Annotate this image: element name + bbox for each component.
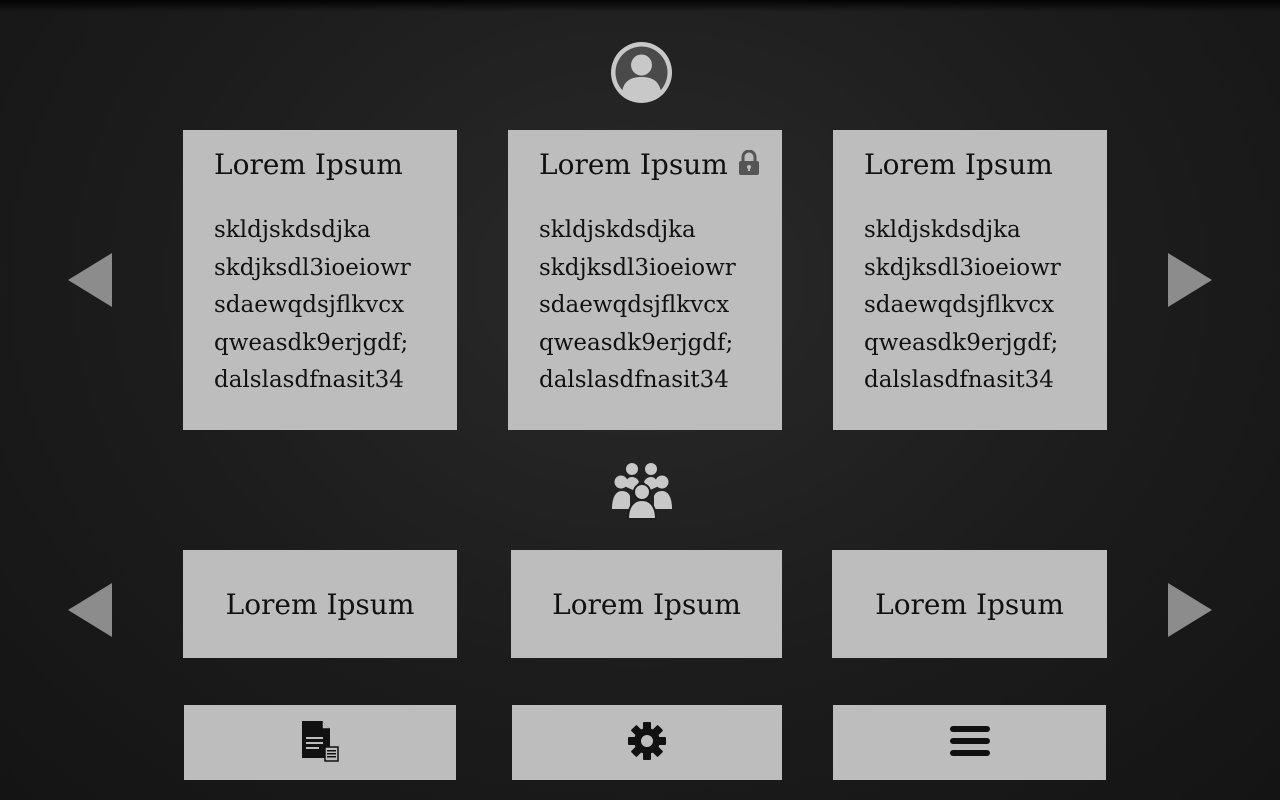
- card-line: skdjksdl3ioeiowr: [539, 254, 736, 281]
- card-line: dalslasdfnasit34: [864, 367, 1054, 393]
- card-line: sdaewqdsjflkvcx: [214, 292, 405, 318]
- gear-icon: [627, 721, 667, 765]
- next-arrow-bottom[interactable]: [1168, 583, 1212, 637]
- card-line: skldjskdsdjka: [864, 217, 1021, 243]
- group-card-1[interactable]: Lorem Ipsum: [183, 550, 457, 658]
- card-line: qweasdk9erjgdf;: [864, 329, 1059, 356]
- top-shadow: [0, 0, 1280, 12]
- card-line: skldjskdsdjka: [539, 217, 696, 243]
- card-line: sdaewqdsjflkvcx: [864, 292, 1055, 318]
- group-card-title: Lorem Ipsum: [875, 587, 1064, 621]
- card-line: qweasdk9erjgdf;: [214, 329, 409, 356]
- card-title: Lorem Ipsum: [214, 148, 403, 181]
- group-card-title: Lorem Ipsum: [552, 587, 741, 621]
- group-users-icon: [611, 462, 673, 520]
- card-body: skldjskdsdjka skdjksdl3ioeiowr sdaewqdsj…: [864, 212, 1107, 400]
- card-title: Lorem Ipsum: [864, 148, 1053, 181]
- user-avatar-icon[interactable]: [611, 42, 672, 103]
- settings-button[interactable]: [512, 705, 782, 780]
- featured-card-3[interactable]: Lorem Ipsum skldjskdsdjka skdjksdl3ioeio…: [833, 130, 1107, 430]
- group-card-2[interactable]: Lorem Ipsum: [511, 550, 782, 658]
- card-line: dalslasdfnasit34: [539, 367, 729, 393]
- prev-arrow-bottom[interactable]: [68, 583, 112, 637]
- group-card-3[interactable]: Lorem Ipsum: [832, 550, 1107, 658]
- card-body: skldjskdsdjka skdjksdl3ioeiowr sdaewqdsj…: [214, 212, 457, 400]
- featured-card-2[interactable]: Lorem Ipsum skldjskdsdjka skdjksdl3ioeio…: [508, 130, 782, 430]
- card-line: skdjksdl3ioeiowr: [864, 254, 1061, 281]
- card-line: sdaewqdsjflkvcx: [539, 292, 730, 318]
- document-icon: [301, 720, 339, 766]
- prev-arrow-top[interactable]: [68, 253, 112, 307]
- group-card-title: Lorem Ipsum: [225, 587, 415, 621]
- card-body: skldjskdsdjka skdjksdl3ioeiowr sdaewqdsj…: [539, 212, 782, 400]
- featured-card-1[interactable]: Lorem Ipsum skldjskdsdjka skdjksdl3ioeio…: [183, 130, 457, 430]
- menu-button[interactable]: [833, 705, 1106, 780]
- next-arrow-top[interactable]: [1168, 253, 1212, 307]
- documents-button[interactable]: [184, 705, 456, 780]
- card-line: dalslasdfnasit34: [214, 367, 404, 393]
- hamburger-menu-icon: [949, 725, 990, 761]
- lock-icon: [738, 149, 760, 176]
- card-line: skldjskdsdjka: [214, 217, 371, 243]
- card-line: qweasdk9erjgdf;: [539, 329, 734, 356]
- card-line: skdjksdl3ioeiowr: [214, 254, 411, 281]
